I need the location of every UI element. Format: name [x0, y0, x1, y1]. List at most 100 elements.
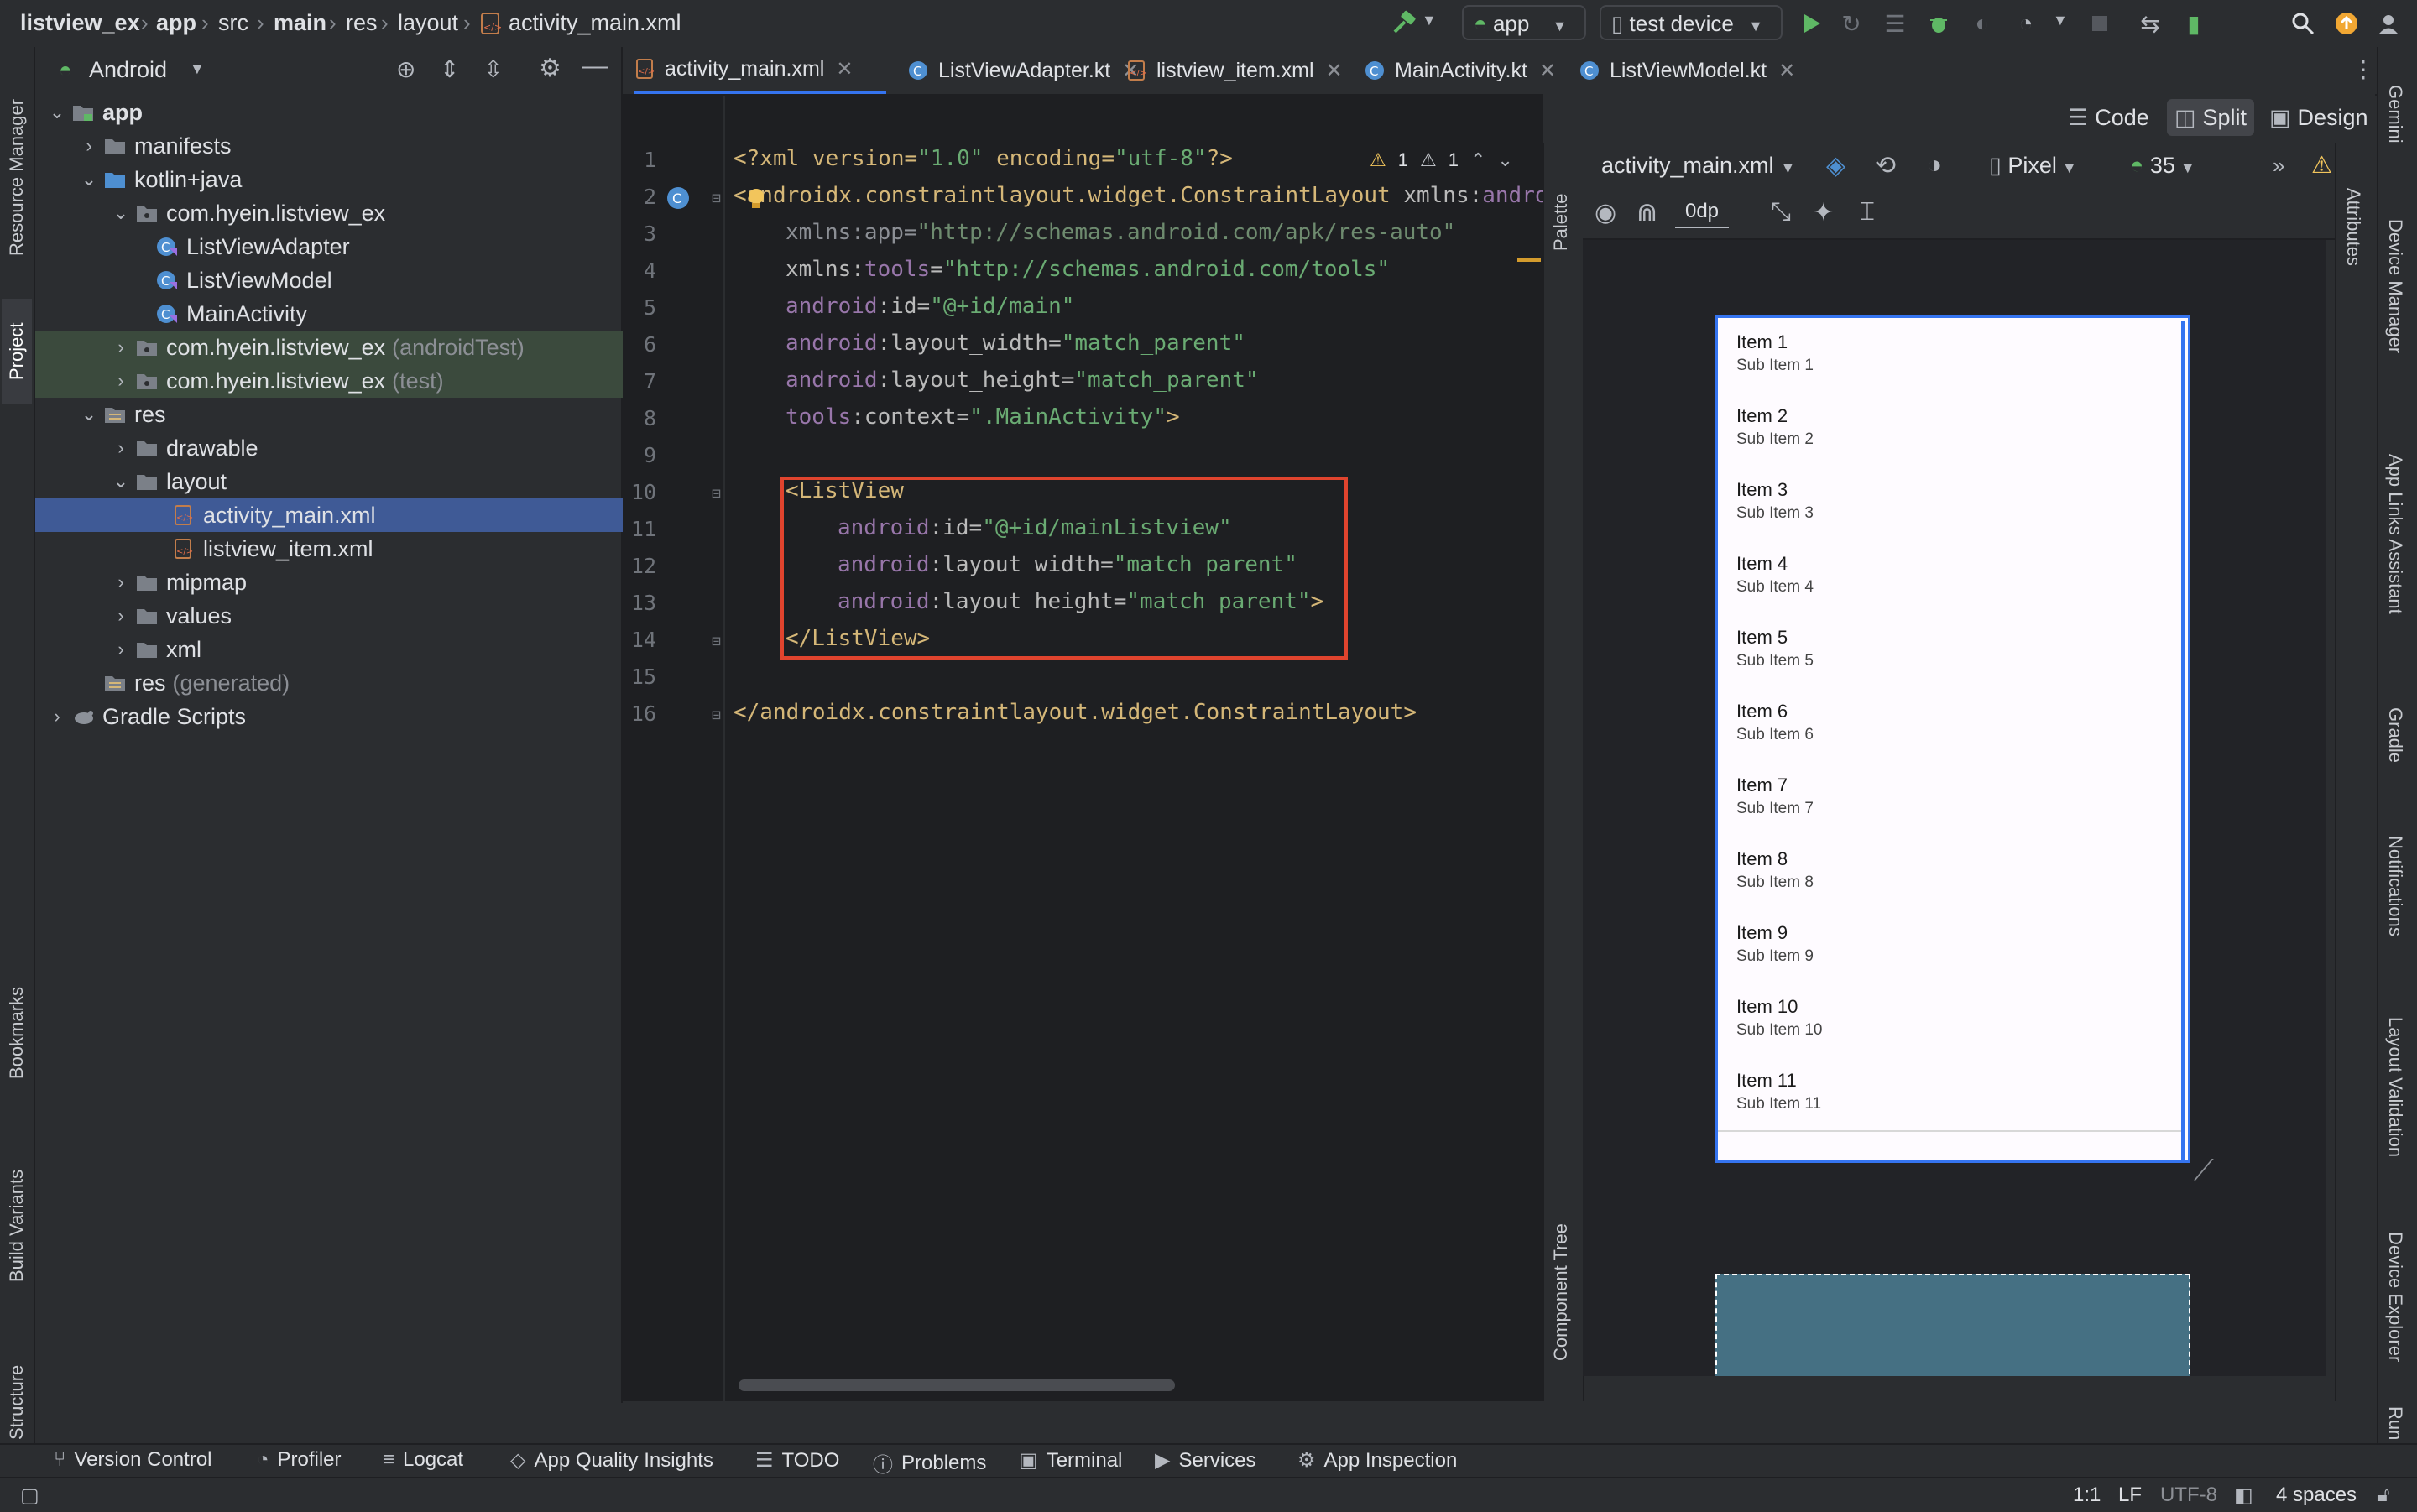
apply-code-changes-icon[interactable]: ☰: [1880, 8, 1910, 39]
device-preview-frame[interactable]: Item 1 Sub Item 1 Item 2 Sub Item 2 Item…: [1715, 315, 2190, 1163]
close-icon[interactable]: ✕: [836, 57, 853, 81]
inspection-profile-icon[interactable]: ◧: [2234, 1483, 2253, 1508]
tool-window-build-variants[interactable]: Build Variants: [2, 1121, 32, 1331]
design-view-button[interactable]: ▣ Design: [2269, 101, 2368, 134]
tool-window-project[interactable]: Project: [2, 299, 32, 404]
run-icon[interactable]: [1796, 8, 1826, 39]
class-gutter-icon[interactable]: C: [665, 185, 693, 213]
tree-item-app[interactable]: ⌄ app: [35, 96, 633, 129]
profiler-icon[interactable]: ◔: [2011, 8, 2041, 39]
tool-version-control[interactable]: ⑂ Version Control: [54, 1448, 212, 1472]
warning-icon[interactable]: ⚠: [2311, 151, 2332, 179]
project-view-mode[interactable]: Android: [89, 57, 167, 83]
tree-item-res-generated[interactable]: res (generated): [35, 666, 685, 700]
stop-icon[interactable]: [2085, 8, 2115, 39]
tool-window-notifications[interactable]: Notifications: [2380, 802, 2410, 970]
tab-listviewadapter-kt[interactable]: C ListViewAdapter.kt ✕: [908, 47, 1139, 94]
breadcrumb-layout[interactable]: layout: [398, 10, 458, 36]
breadcrumb-res[interactable]: res: [346, 10, 378, 36]
collapse-all-icon[interactable]: ⇳: [483, 55, 503, 83]
file-encoding[interactable]: UTF-8: [2160, 1483, 2217, 1507]
tab-activity-main-xml[interactable]: </> activity_main.xml ✕: [634, 47, 886, 94]
list-item[interactable]: Item 2 Sub Item 2: [1718, 392, 2185, 467]
list-item[interactable]: Item 10 Sub Item 10: [1718, 983, 2185, 1058]
tree-item-manifests[interactable]: › manifests: [35, 129, 665, 163]
inspection-widget[interactable]: ⚠ 1 ⚠ 1 ⌃ ⌄: [1370, 149, 1513, 171]
build-hammer-icon[interactable]: [1388, 8, 1418, 39]
tool-window-app-links-assistant[interactable]: App Links Assistant: [2380, 408, 2410, 660]
tool-window-device-explorer[interactable]: Device Explorer: [2380, 1205, 2410, 1389]
tool-window-layout-validation[interactable]: Layout Validation: [2380, 987, 2410, 1188]
split-view-button[interactable]: ◫ Split: [2167, 99, 2254, 136]
fold-icon[interactable]: ⊟: [712, 190, 721, 207]
locate-icon[interactable]: ⊕: [396, 55, 415, 83]
tool-todo[interactable]: ☰ TODO: [755, 1448, 839, 1473]
guidelines-icon[interactable]: ⌶: [1860, 198, 1875, 227]
close-icon[interactable]: ✕: [1326, 59, 1343, 83]
tree-item-package-test[interactable]: › com.hyein.listview_ex (test): [35, 364, 697, 398]
list-item[interactable]: Item 1 Sub Item 1: [1718, 318, 2185, 394]
tree-item-layout[interactable]: ⌄ layout: [35, 465, 697, 498]
layout-file-select[interactable]: activity_main.xml ▼: [1601, 153, 1795, 179]
list-item[interactable]: Item 7 Sub Item 7: [1718, 761, 2185, 837]
palette-tab[interactable]: Palette: [1546, 159, 1576, 285]
tool-window-gemini[interactable]: Gemini: [2380, 64, 2410, 164]
attributes-tab[interactable]: Attributes: [2338, 159, 2368, 294]
layers-icon[interactable]: ◈: [1826, 151, 1845, 180]
api-level-select[interactable]: ◓ 35 ▼: [2130, 153, 2195, 179]
tree-item-kotlin-java[interactable]: ⌄ kotlin+java: [35, 163, 665, 196]
code-editor[interactable]: 1 2 3 4 5 6 7 8 9 10 11 12 13 14 15 16 C…: [623, 96, 1548, 1401]
apply-changes-icon[interactable]: ↻: [1836, 8, 1866, 39]
infer-constraints-icon[interactable]: ✦: [1813, 198, 1834, 227]
fold-icon[interactable]: ⊟: [712, 706, 721, 724]
device-select[interactable]: ▯ test device ▼: [1600, 5, 1783, 40]
tree-item-xml[interactable]: › xml: [35, 633, 697, 666]
tree-item-res[interactable]: ⌄ res: [35, 398, 665, 431]
more-icon[interactable]: »: [2273, 153, 2284, 179]
list-item[interactable]: Item 3 Sub Item 3: [1718, 466, 2185, 541]
device-mirror-icon[interactable]: ⇆: [2135, 8, 2165, 39]
breadcrumb-file[interactable]: activity_main.xml: [509, 10, 681, 36]
blueprint-preview[interactable]: [1715, 1274, 2190, 1376]
breadcrumb-main[interactable]: main: [274, 10, 326, 36]
code-view-button[interactable]: ☰ Code: [2068, 101, 2149, 134]
search-icon[interactable]: [2288, 8, 2318, 39]
tool-app-inspection[interactable]: ⚙ App Inspection: [1297, 1448, 1457, 1473]
chevron-down-icon[interactable]: ▼: [190, 60, 205, 78]
tab-listview-item-xml[interactable]: </> listview_item.xml ✕: [1126, 47, 1343, 94]
tool-window-toggle-icon[interactable]: ▢: [20, 1483, 39, 1508]
resize-handle-icon[interactable]: ⟋: [2194, 1155, 2214, 1187]
line-separator[interactable]: LF: [2118, 1483, 2142, 1507]
tool-logcat[interactable]: ≡ Logcat: [383, 1448, 463, 1472]
run-config-select[interactable]: ◓ app ▼: [1462, 5, 1586, 40]
tool-profiler[interactable]: ◔ Profiler: [257, 1448, 342, 1472]
tree-item-mipmap[interactable]: › mipmap: [35, 566, 697, 599]
orientation-icon[interactable]: ⟲: [1875, 151, 1896, 180]
tab-mainactivity-kt[interactable]: C MainActivity.kt ✕: [1365, 47, 1556, 94]
list-item[interactable]: Item 6 Sub Item 6: [1718, 687, 2185, 763]
breadcrumb-project[interactable]: listview_ex: [20, 10, 140, 36]
eye-icon[interactable]: ◉: [1595, 198, 1616, 227]
breadcrumb-module[interactable]: app: [156, 10, 196, 36]
tool-problems[interactable]: ⓘ Problems: [873, 1448, 986, 1478]
expand-all-icon[interactable]: ⇕: [440, 55, 459, 83]
tree-item-drawable[interactable]: › drawable: [35, 431, 697, 465]
caret-position[interactable]: 1:1: [2073, 1483, 2101, 1507]
more-tabs-icon[interactable]: ⋮: [2352, 55, 2375, 83]
close-icon[interactable]: ✕: [1778, 59, 1795, 83]
debug-icon[interactable]: [1924, 8, 1954, 39]
design-canvas[interactable]: Item 1 Sub Item 1 Item 2 Sub Item 2 Item…: [1583, 240, 2375, 1376]
attach-debugger-icon[interactable]: ◐: [1967, 8, 1997, 39]
account-icon[interactable]: [2373, 8, 2404, 39]
update-icon[interactable]: [2331, 8, 2362, 39]
tool-window-device-manager[interactable]: Device Manager: [2380, 190, 2410, 383]
tool-app-quality-insights[interactable]: ◇ App Quality Insights: [510, 1448, 713, 1473]
tool-window-run[interactable]: Run: [2380, 1398, 2410, 1448]
breadcrumb-src[interactable]: src: [218, 10, 248, 36]
indent-setting[interactable]: 4 spaces: [2276, 1483, 2357, 1507]
minimize-icon[interactable]: —: [582, 52, 608, 81]
magnet-icon[interactable]: ⋒: [1637, 198, 1657, 227]
chevron-up-icon[interactable]: ⌃: [1470, 149, 1485, 171]
fold-icon[interactable]: ⊟: [712, 633, 721, 650]
tool-window-gradle[interactable]: Gradle: [2380, 685, 2410, 785]
